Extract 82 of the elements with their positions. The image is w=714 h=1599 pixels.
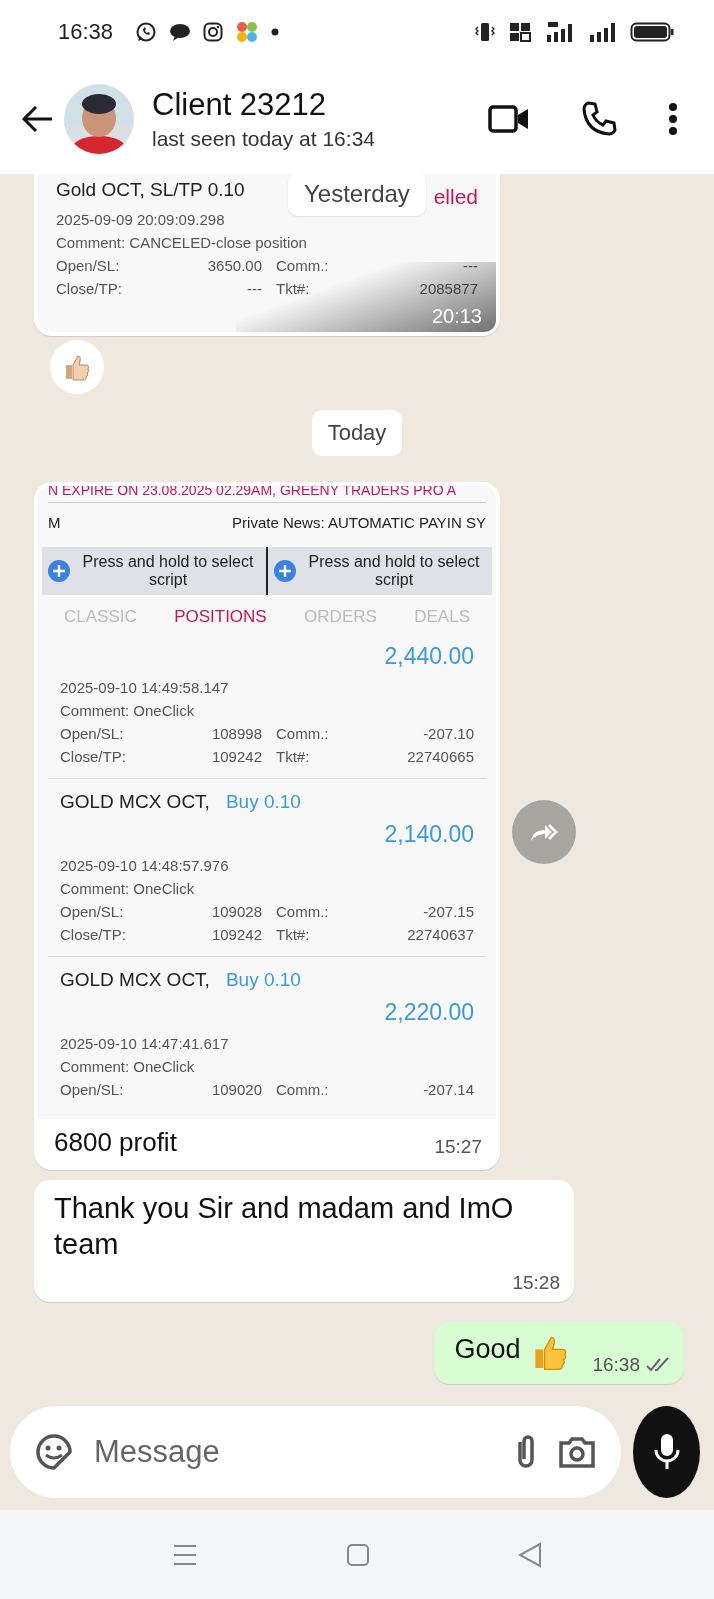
composer-bar[interactable]: Message	[10, 1406, 621, 1498]
image-message[interactable]	[34, 482, 500, 1170]
field-value: -207.15	[422, 902, 474, 922]
more-options-icon	[668, 102, 678, 136]
position-symbol: GOLD MCX OCT,	[60, 969, 210, 991]
field-value: 109242	[210, 747, 262, 767]
field-label: Comm.:	[275, 902, 330, 922]
position-comment: Comment: OneClick	[60, 879, 196, 899]
news-text: Private News: AUTOMATIC PAYIN SY	[232, 513, 486, 531]
field-value: 3650.00	[206, 256, 262, 276]
message-text: Good	[454, 1333, 521, 1366]
instagram-icon	[203, 22, 224, 42]
position-side: Buy 0.10	[225, 791, 301, 813]
message-time: 15:28	[512, 1272, 560, 1294]
field-value: -207.10	[422, 724, 474, 744]
petal-app-icon	[235, 20, 260, 44]
forward-icon	[529, 821, 559, 843]
field-label: Comm.:	[275, 1080, 330, 1100]
position-side: Buy 0.10	[225, 969, 301, 991]
received-message[interactable]: Thank you Sir and madam and ImO team 15:28	[34, 1180, 574, 1302]
field-label: Close/TP:	[60, 747, 127, 767]
field-label: Open/SL:	[60, 724, 125, 744]
vibrate-icon	[474, 21, 496, 43]
field-label: Tkt#:	[275, 747, 311, 767]
camera-icon[interactable]	[557, 1434, 597, 1470]
field-label: Open/SL:	[60, 902, 125, 922]
field-label: Tkt#:	[275, 925, 311, 945]
field-label: Comm.:	[275, 256, 330, 276]
sent-message[interactable]: Good 16:38	[434, 1322, 684, 1384]
notification-dot-icon	[271, 28, 280, 36]
field-value: 109242	[210, 925, 262, 945]
field-label: Close/TP:	[60, 925, 127, 945]
field-label: Open/SL:	[60, 1080, 125, 1100]
field-value: 108998	[210, 724, 262, 744]
message-input[interactable]: Message	[92, 1433, 495, 1471]
date-separator: Yesterday	[288, 174, 426, 216]
field-value: 22740637	[406, 925, 474, 945]
field-value: ---	[246, 279, 262, 299]
image-message[interactable]: Gold OCT, SL/TP 0.10 elled 2025-09-09 20:09:09.298 Comment: CANCELED-close position Open/SL: 3650.00 Comm.: --- Close/TP: --- Tkt#: 2085877 20:13 Yesterday	[34, 174, 500, 336]
field-value: 109020	[210, 1080, 262, 1100]
position-datetime: 2025-09-10 14:49:58.147	[60, 678, 230, 698]
battery-icon	[630, 21, 674, 43]
field-label: Close/TP:	[56, 279, 123, 299]
position-comment: Comment: OneClick	[60, 701, 196, 721]
message-text: Thank you Sir and madam and ImO team	[54, 1191, 515, 1262]
field-label: Comm.:	[275, 724, 330, 744]
chat-icon	[169, 22, 192, 42]
field-value: 109028	[210, 902, 262, 922]
image-caption: 6800 profit	[54, 1127, 177, 1158]
date-separator: Today	[311, 410, 403, 456]
message-time: 20:13	[431, 304, 482, 328]
position-datetime: 2025-09-10 14:48:57.976	[60, 856, 230, 876]
plus-icon	[48, 560, 70, 582]
news-text: M	[48, 513, 61, 531]
whatsapp-icon	[135, 21, 158, 43]
trade-title: Gold OCT, SL/TP 0.10	[56, 179, 245, 201]
position-profit: 2,140.00	[384, 821, 474, 848]
trade-datetime: 2025-09-09 20:09:09.298	[56, 210, 226, 230]
field-value: ---	[462, 256, 478, 276]
field-label: Tkt#:	[275, 279, 311, 299]
message-time: 15:27	[434, 1136, 482, 1158]
trade-status: elled	[433, 185, 478, 209]
position-datetime: 2025-09-10 14:47:41.617	[60, 1034, 230, 1054]
microphone-icon	[652, 1432, 681, 1472]
status-time: 16:38	[58, 19, 114, 45]
position-symbol: GOLD MCX OCT,	[60, 791, 210, 813]
last-seen-text: last seen today at 16:34	[152, 127, 376, 151]
plus-icon	[274, 560, 296, 582]
position-comment: Comment: OneClick	[60, 1057, 196, 1077]
field-value: 22740665	[406, 747, 474, 767]
position-profit: 2,440.00	[384, 643, 474, 670]
field-label: Open/SL:	[56, 256, 121, 276]
field-value: 2085877	[418, 279, 478, 299]
signal-icon	[588, 21, 618, 43]
message-time: 16:38	[592, 1354, 640, 1376]
trade-comment: Comment: CANCELED-close position	[56, 233, 308, 253]
sticker-icon[interactable]	[34, 1432, 74, 1472]
contact-name[interactable]: Client 23212	[152, 87, 472, 123]
ticker-text: N EXPIRE ON 23.08.2025 02.29AM, GREENY TRADERS PRO A	[48, 486, 486, 503]
terminal-tab[interactable]: POSITIONS	[174, 607, 267, 627]
field-value: -207.14	[422, 1080, 474, 1100]
position-profit: 2,220.00	[384, 999, 474, 1026]
